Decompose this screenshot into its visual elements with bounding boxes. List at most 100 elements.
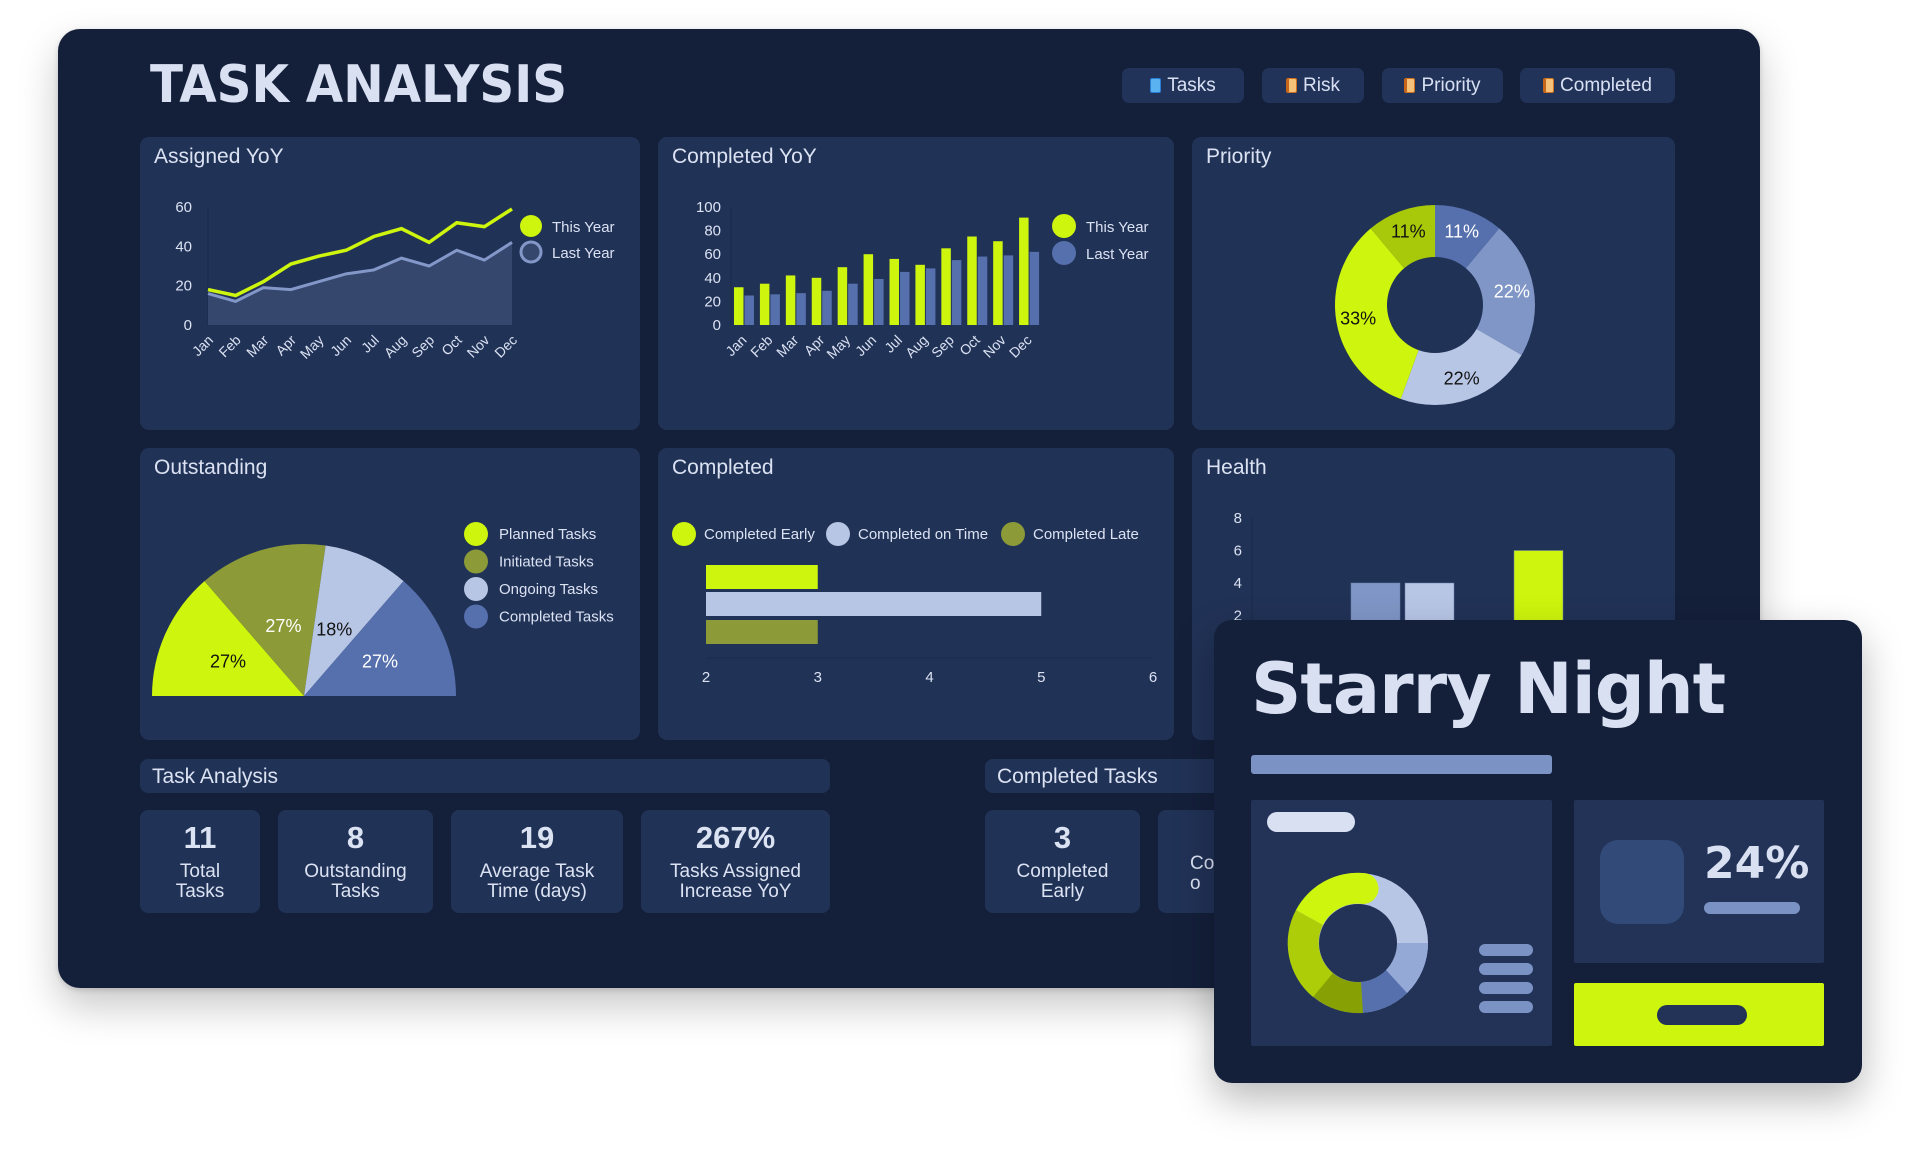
legend-label: Last Year [552, 245, 615, 262]
legend-swatch [672, 522, 696, 546]
legend-label: Completed Tasks [499, 609, 614, 626]
y-tick-label: 6 [1234, 543, 1242, 560]
tab-tasks[interactable]: Tasks [1122, 68, 1244, 103]
assigned-yoy-chart: 0 20 40 60 Jan Feb Mar AprMay Jun JulAugSep OctNov… [175, 199, 615, 362]
kpi-label: Completed Early [1016, 861, 1109, 902]
bar-last-year [848, 283, 858, 325]
bar-last-year [1029, 251, 1040, 325]
x-tick-label: Dec [491, 332, 520, 361]
notebook-icon [1543, 78, 1555, 93]
x-tick-label: Mar [773, 332, 802, 361]
bar-this-year [889, 258, 899, 325]
bar-last-year [770, 294, 780, 325]
tab-completed[interactable]: Completed [1520, 68, 1675, 103]
task-analysis-header: Task Analysis [140, 759, 830, 793]
x-tick-label: May [297, 332, 327, 362]
bar-last-year [900, 271, 910, 325]
legend-swatch [464, 577, 488, 601]
y-tick-label: 4 [1234, 575, 1242, 592]
bar-this-year [993, 241, 1003, 325]
y-tick-label: 80 [704, 223, 721, 240]
legend-label: Planned Tasks [499, 526, 596, 543]
theme-preview-button[interactable] [1574, 983, 1824, 1046]
notebook-icon [1404, 78, 1416, 93]
legend-label: Last Year [1086, 246, 1149, 263]
starry-night-theme-card[interactable]: Starry Night 24% [1214, 620, 1862, 1083]
x-tick-label: Sep [928, 332, 957, 361]
notebook-icon [1286, 78, 1298, 93]
legend-swatch-this-year [520, 215, 542, 237]
kpi-value: 8 [346, 820, 365, 855]
tab-priority[interactable]: Priority [1382, 68, 1503, 103]
bar-this-year [941, 248, 951, 325]
slice-label: 22% [1444, 368, 1480, 388]
legend-swatch-this-year [1052, 214, 1076, 238]
bar-this-year [915, 264, 925, 325]
slice-label: 11% [1444, 222, 1479, 242]
kpi-value: 11 [183, 820, 217, 855]
x-tick-label: Jun [852, 332, 879, 359]
tab-label: Completed [1560, 74, 1652, 96]
section-title: Task Analysis [152, 765, 279, 788]
completed-bar-chart: Completed Early Completed on Time Complete… [672, 522, 1157, 686]
bar-this-year [785, 275, 796, 325]
legend-label: Ongoing Tasks [499, 581, 598, 598]
x-tick-label: Jul [881, 332, 905, 356]
slice-label: 22% [1494, 281, 1530, 301]
legend-label: Completed on Time [858, 526, 988, 543]
y-tick-label: 60 [704, 246, 721, 263]
x-tick-label: Nov [464, 332, 493, 361]
slice-label: 33% [1340, 309, 1376, 329]
y-tick-label: 60 [175, 199, 192, 216]
bar-this-year [811, 277, 822, 325]
section-title: Completed Tasks [997, 765, 1158, 788]
legend-swatch [464, 522, 488, 546]
theme-preview-button-label-placeholder [1657, 1005, 1747, 1025]
x-tick-label: 6 [1149, 669, 1157, 686]
slice-label: 18% [316, 620, 352, 640]
donut-hole [1319, 904, 1397, 982]
bar-this-year [734, 287, 744, 325]
x-tick-label: 4 [925, 669, 933, 686]
x-tick-label: 2 [702, 669, 710, 686]
x-tick-label: Jun [327, 332, 354, 359]
bar-this-year [1019, 217, 1029, 325]
tab-label: Priority [1421, 74, 1481, 96]
legend-swatch-last-year [1052, 241, 1076, 265]
bar-last-year [951, 260, 962, 325]
legend-label: Completed Late [1033, 526, 1139, 543]
bar-this-year [759, 283, 770, 325]
y-tick-label: 40 [175, 238, 192, 255]
x-tick-label: Feb [747, 332, 776, 361]
x-tick-label: Jul [358, 332, 382, 356]
priority-donut-chart: 11% 22% 22% 33% 11% [1335, 205, 1535, 405]
x-tick-label: Aug [902, 332, 931, 361]
theme-preview-percent-caption [1704, 902, 1800, 914]
theme-preview-legend-lines [1479, 944, 1533, 1020]
bar [706, 565, 818, 589]
slice-label: 27% [265, 616, 301, 636]
bar-last-year [796, 293, 806, 325]
kpi-completed-early: 3 Completed Early [985, 810, 1140, 913]
completed-yoy-card: Completed YoY 0 20 40 60 80 100 Jan Feb Mar Apr Ma… [658, 137, 1174, 430]
x-tick-label: Feb [215, 332, 244, 361]
bar [706, 620, 818, 644]
assigned-yoy-card: Assigned YoY 0 20 40 60 Jan Feb Mar Apr May Jun Ju… [140, 137, 640, 430]
bar-last-year [822, 290, 832, 325]
x-tick-label: Nov [980, 332, 1009, 361]
kpi-total-tasks: 11 Total Tasks [140, 810, 260, 913]
x-tick-label: 3 [814, 669, 822, 686]
legend-swatch [464, 604, 488, 629]
legend-label: This Year [1086, 219, 1149, 236]
bar-last-year [925, 268, 936, 325]
completed-tasks-header: Completed Tasks [985, 759, 1235, 793]
tab-risk[interactable]: Risk [1262, 68, 1364, 103]
kpi-average-task-time: 19 Average Task Time (days) [451, 810, 623, 913]
x-tick-label: Oct [956, 332, 983, 359]
x-tick-label: Dec [1006, 332, 1035, 361]
bar-last-year [1003, 255, 1014, 325]
kpi-value: 267% [695, 820, 776, 855]
theme-preview-percent: 24% [1704, 838, 1810, 889]
document-icon [1150, 78, 1162, 93]
bar [706, 592, 1042, 616]
